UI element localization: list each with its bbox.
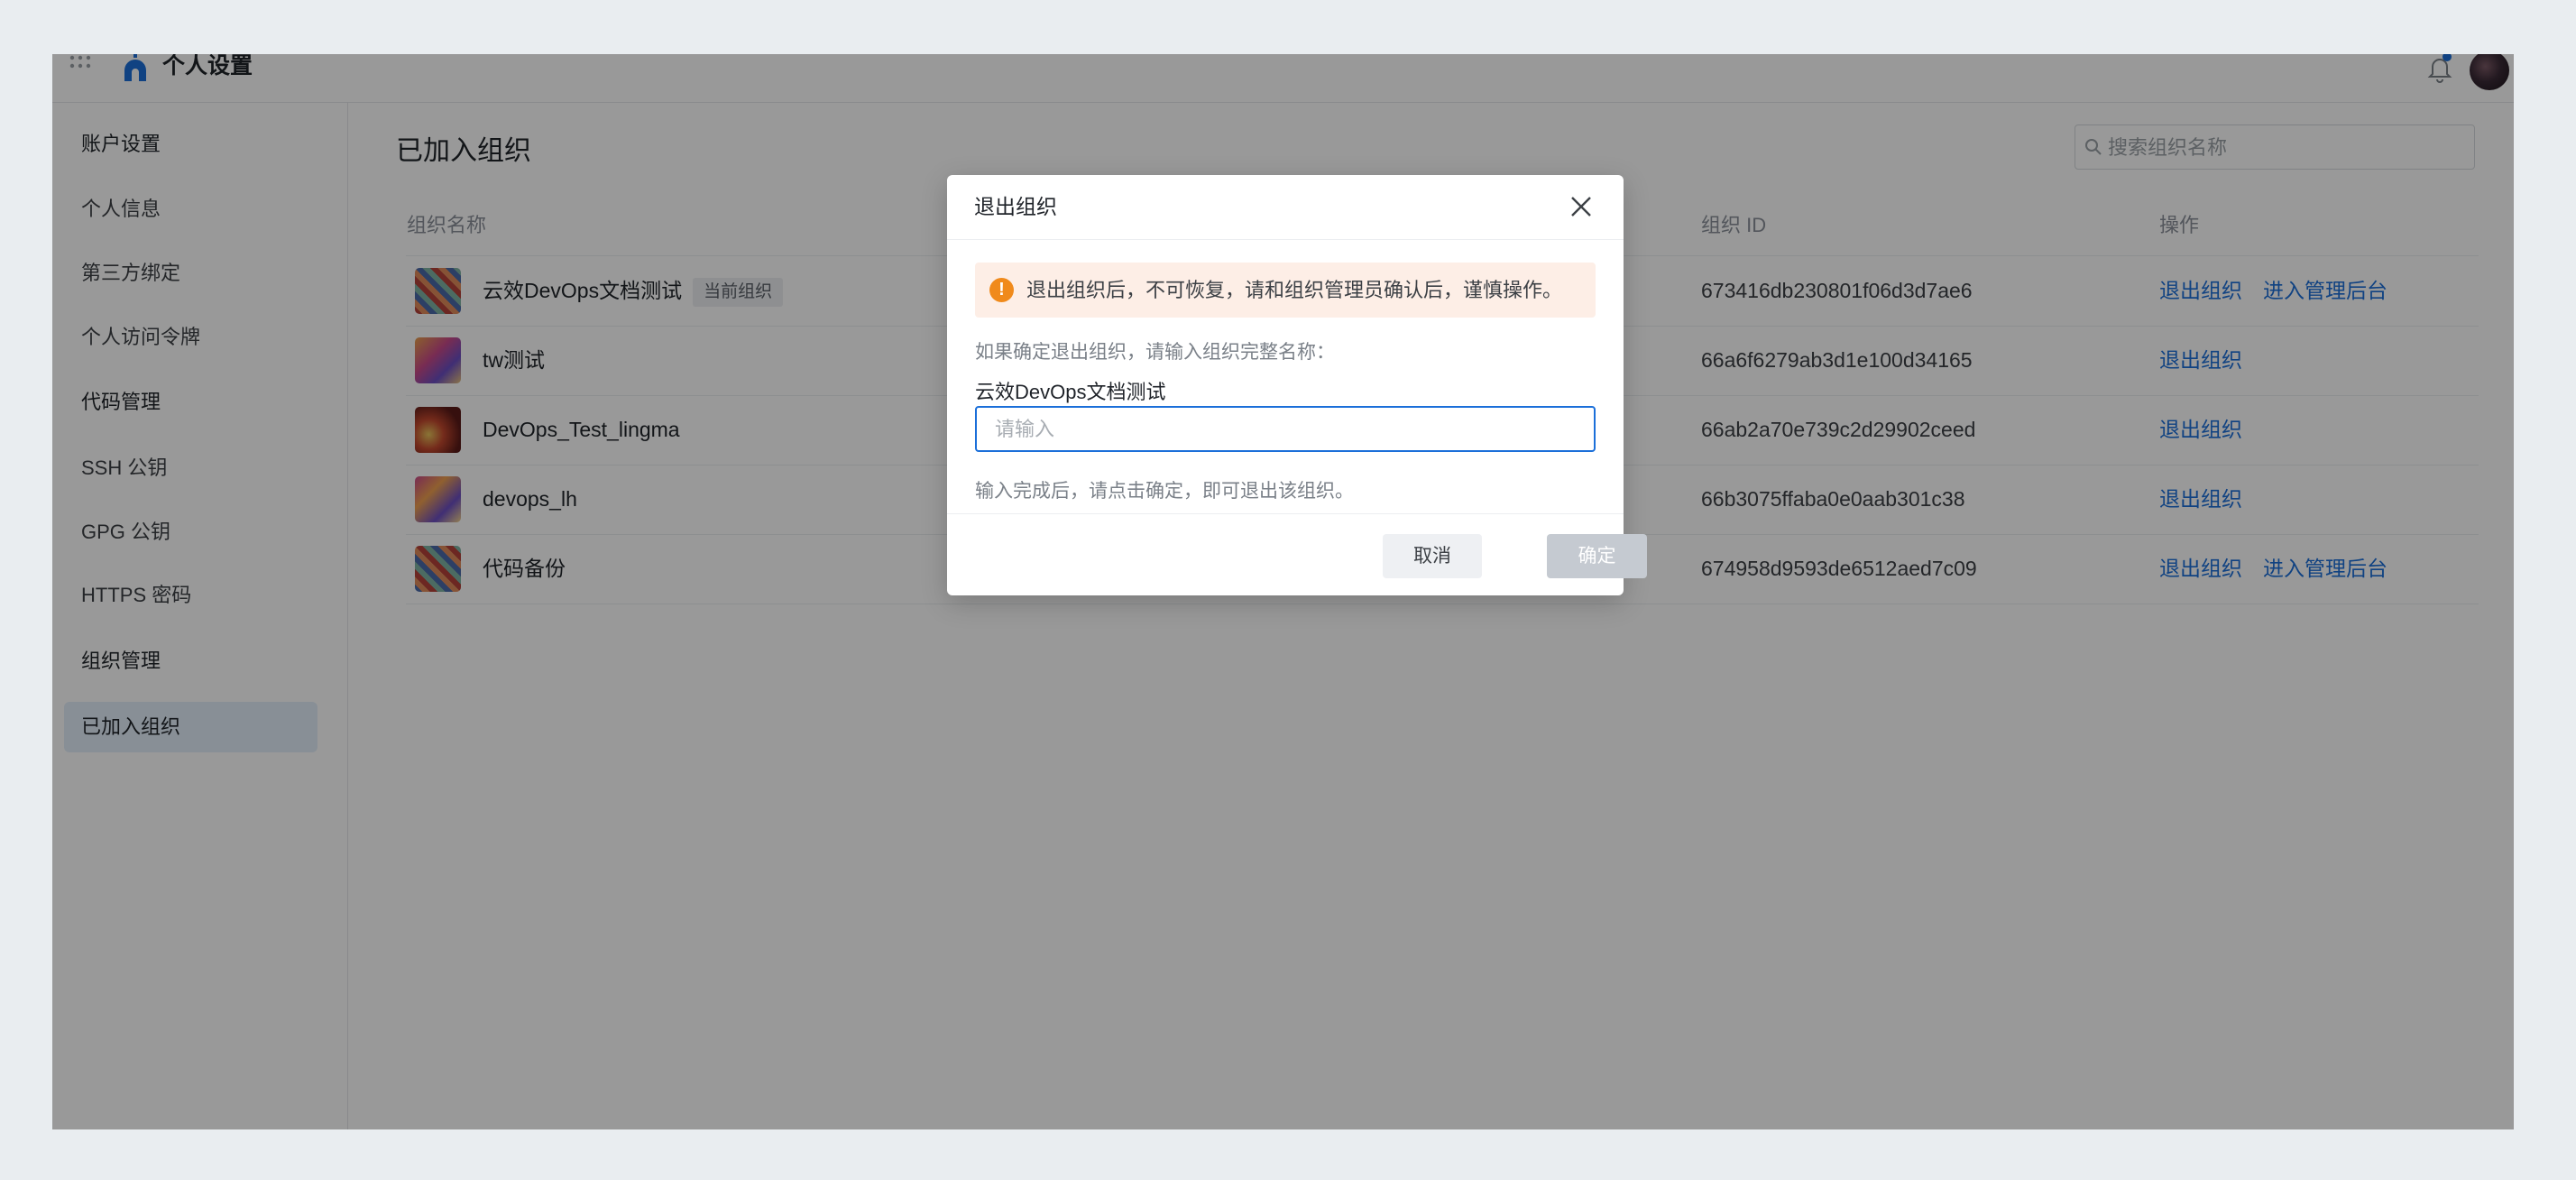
confirm-button[interactable]: 确定 bbox=[1547, 534, 1647, 578]
close-icon[interactable] bbox=[1569, 195, 1593, 218]
alert-text: 退出组织后，不可恢复，请和组织管理员确认后，谨慎操作。 bbox=[1026, 279, 1563, 301]
warning-icon: ! bbox=[989, 278, 1014, 302]
app-window: 个人设置 账户设置 个人信息 第三方绑定 个人访问令牌 代码管理 SSH 公钥 … bbox=[52, 54, 2514, 1129]
dialog-header: 退出组织 bbox=[947, 175, 1624, 240]
org-name-input[interactable] bbox=[975, 406, 1596, 452]
dialog-footer-divider bbox=[947, 513, 1624, 514]
org-name-to-confirm: 云效DevOps文档测试 bbox=[975, 381, 1166, 403]
warning-alert: ! 退出组织后，不可恢复，请和组织管理员确认后，谨慎操作。 bbox=[975, 263, 1596, 318]
dialog-title: 退出组织 bbox=[974, 195, 1057, 218]
input-hint: 输入完成后，请点击确定，即可退出该组织。 bbox=[975, 481, 1354, 502]
cancel-button[interactable]: 取消 bbox=[1383, 534, 1482, 578]
leave-org-dialog: 退出组织 ! 退出组织后，不可恢复，请和组织管理员确认后，谨慎操作。 如果确定退… bbox=[947, 175, 1647, 595]
confirm-instruction: 如果确定退出组织，请输入组织完整名称： bbox=[975, 342, 1335, 363]
